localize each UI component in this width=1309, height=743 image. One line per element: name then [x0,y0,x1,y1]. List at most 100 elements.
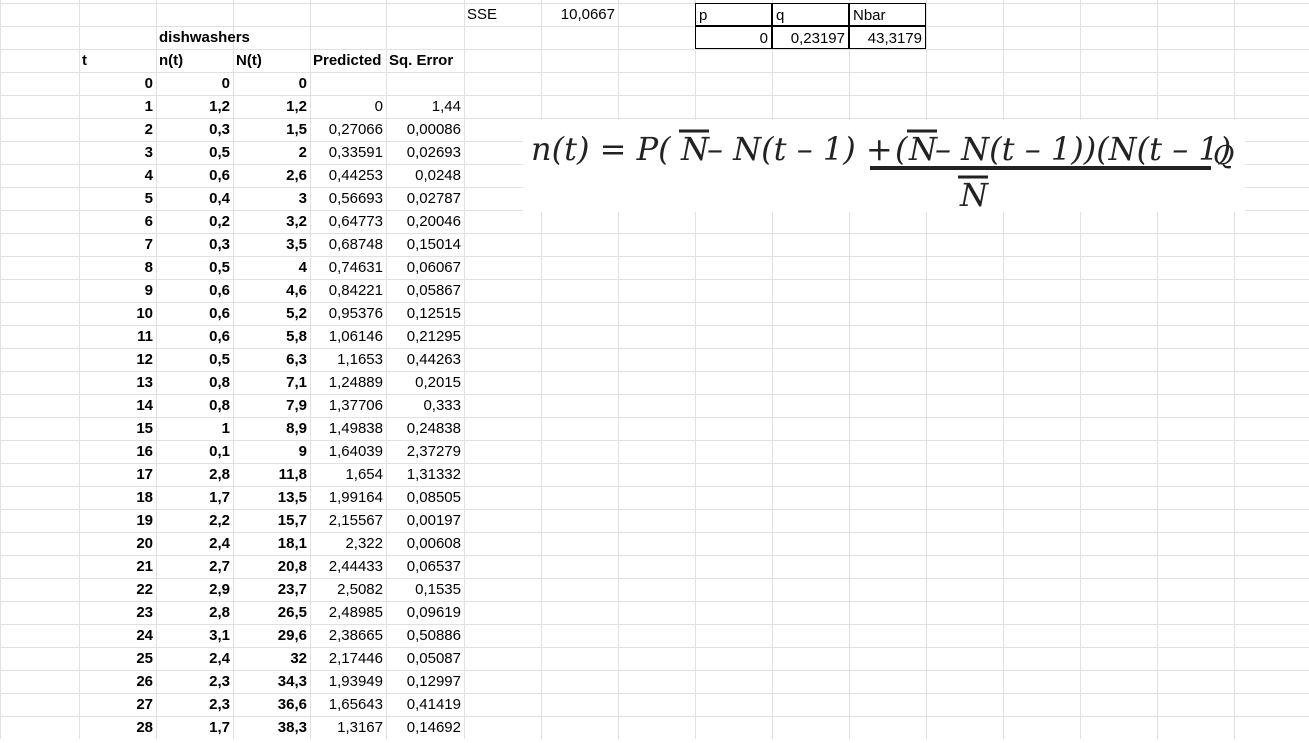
cell-n-t[interactable]: 0,5 [156,348,233,371]
cell-sq-error[interactable]: 0,02693 [386,141,464,164]
cell-cumulative-n[interactable]: 4 [233,256,310,279]
cell-cumulative-n[interactable]: 0 [233,72,310,95]
cell-t[interactable]: 21 [79,555,156,578]
cell-sq-error[interactable]: 0,00197 [386,509,464,532]
cell-predicted[interactable]: 0,64773 [310,210,386,233]
cell-t[interactable]: 18 [79,486,156,509]
cell-cumulative-n[interactable]: 34,3 [233,670,310,693]
cell-t[interactable]: 19 [79,509,156,532]
cell-cumulative-n[interactable]: 8,9 [233,417,310,440]
cell-n-t[interactable]: 2,4 [156,647,233,670]
cell-cumulative-n[interactable]: 7,9 [233,394,310,417]
cell-cumulative-n[interactable]: 5,8 [233,325,310,348]
cell-t[interactable]: 3 [79,141,156,164]
header-sq-error[interactable]: Sq. Error [386,49,464,72]
cell-t[interactable]: 13 [79,371,156,394]
cell-cumulative-n[interactable]: 23,7 [233,578,310,601]
cell-predicted[interactable]: 0,27066 [310,118,386,141]
cell-t[interactable]: 5 [79,187,156,210]
cell-predicted[interactable]: 0 [310,95,386,118]
cell-sq-error[interactable]: 0,02787 [386,187,464,210]
cell-n-t[interactable]: 0,4 [156,187,233,210]
cell-sq-error[interactable]: 0,00086 [386,118,464,141]
cell-sq-error[interactable]: 0,06067 [386,256,464,279]
cell-predicted[interactable]: 1,49838 [310,417,386,440]
cell-n-t[interactable]: 0,6 [156,279,233,302]
cell-t[interactable]: 10 [79,302,156,325]
cell-n-t[interactable]: 0,6 [156,302,233,325]
cell-n-t[interactable]: 1,7 [156,486,233,509]
cell-n-t[interactable]: 2,9 [156,578,233,601]
cell-n-t[interactable]: 1 [156,417,233,440]
cell-predicted[interactable]: 1,65643 [310,693,386,716]
cell-sq-error[interactable]: 2,37279 [386,440,464,463]
cell-predicted[interactable]: 1,37706 [310,394,386,417]
cell-t[interactable]: 28 [79,716,156,739]
cell-n-t[interactable]: 0,3 [156,118,233,141]
cell-predicted[interactable]: 1,06146 [310,325,386,348]
cell-predicted[interactable]: 2,15567 [310,509,386,532]
series-title[interactable]: dishwashers [156,26,250,49]
cell-n-t[interactable]: 2,3 [156,670,233,693]
cell-sq-error[interactable]: 0,06537 [386,555,464,578]
cell-t[interactable]: 8 [79,256,156,279]
cell-predicted[interactable]: 0,56693 [310,187,386,210]
cell-predicted[interactable]: 1,654 [310,463,386,486]
cell-cumulative-n[interactable]: 3 [233,187,310,210]
cell-t[interactable]: 12 [79,348,156,371]
cell-predicted[interactable]: 1,24889 [310,371,386,394]
cell-t[interactable]: 16 [79,440,156,463]
cell-sq-error[interactable]: 1,44 [386,95,464,118]
cell-n-t[interactable]: 0,8 [156,371,233,394]
cell-sq-error[interactable]: 0,09619 [386,601,464,624]
param-header-q[interactable]: q [772,3,849,26]
cell-predicted[interactable]: 0,44253 [310,164,386,187]
cell-cumulative-n[interactable]: 7,1 [233,371,310,394]
cell-n-t[interactable]: 0 [156,72,233,95]
cell-t[interactable]: 11 [79,325,156,348]
cell-n-t[interactable]: 0,1 [156,440,233,463]
cell-t[interactable]: 20 [79,532,156,555]
cell-sq-error[interactable]: 0,50886 [386,624,464,647]
cell-predicted[interactable]: 1,3167 [310,716,386,739]
cell-cumulative-n[interactable]: 18,1 [233,532,310,555]
cell-n-t[interactable]: 2,2 [156,509,233,532]
cell-t[interactable]: 27 [79,693,156,716]
cell-sq-error[interactable]: 0,41419 [386,693,464,716]
cell-cumulative-n[interactable]: 2 [233,141,310,164]
cell-predicted[interactable]: 0,68748 [310,233,386,256]
cell-cumulative-n[interactable]: 29,6 [233,624,310,647]
cell-t[interactable]: 2 [79,118,156,141]
spreadsheet-grid[interactable]: SSE 10,0667 p q Nbar 0 0,23197 43,3179 dishwashe… [0,0,1309,740]
cell-t[interactable]: 15 [79,417,156,440]
cell-cumulative-n[interactable]: 5,2 [233,302,310,325]
cell-predicted[interactable]: 2,17446 [310,647,386,670]
sse-label[interactable]: SSE [464,3,541,26]
cell-predicted[interactable]: 1,93949 [310,670,386,693]
cell-n-t[interactable]: 3,1 [156,624,233,647]
cell-sq-error[interactable] [386,72,464,95]
cell-sq-error[interactable]: 0,333 [386,394,464,417]
cell-cumulative-n[interactable]: 2,6 [233,164,310,187]
cell-n-t[interactable]: 0,8 [156,394,233,417]
cell-cumulative-n[interactable]: 11,8 [233,463,310,486]
cell-t[interactable]: 1 [79,95,156,118]
cell-cumulative-n[interactable]: 3,2 [233,210,310,233]
cell-n-t[interactable]: 2,3 [156,693,233,716]
cell-cumulative-n[interactable]: 38,3 [233,716,310,739]
cell-t[interactable]: 24 [79,624,156,647]
cell-cumulative-n[interactable]: 36,6 [233,693,310,716]
cell-sq-error[interactable]: 0,44263 [386,348,464,371]
cell-sq-error[interactable]: 0,05087 [386,647,464,670]
cell-predicted[interactable]: 2,44433 [310,555,386,578]
cell-sq-error[interactable]: 0,15014 [386,233,464,256]
cell-t[interactable]: 25 [79,647,156,670]
cell-cumulative-n[interactable]: 6,3 [233,348,310,371]
cell-t[interactable]: 7 [79,233,156,256]
cell-predicted[interactable]: 2,5082 [310,578,386,601]
param-value-q[interactable]: 0,23197 [772,26,849,49]
cell-n-t[interactable]: 0,5 [156,256,233,279]
cell-predicted[interactable]: 1,64039 [310,440,386,463]
cell-cumulative-n[interactable]: 32 [233,647,310,670]
cell-n-t[interactable]: 2,7 [156,555,233,578]
